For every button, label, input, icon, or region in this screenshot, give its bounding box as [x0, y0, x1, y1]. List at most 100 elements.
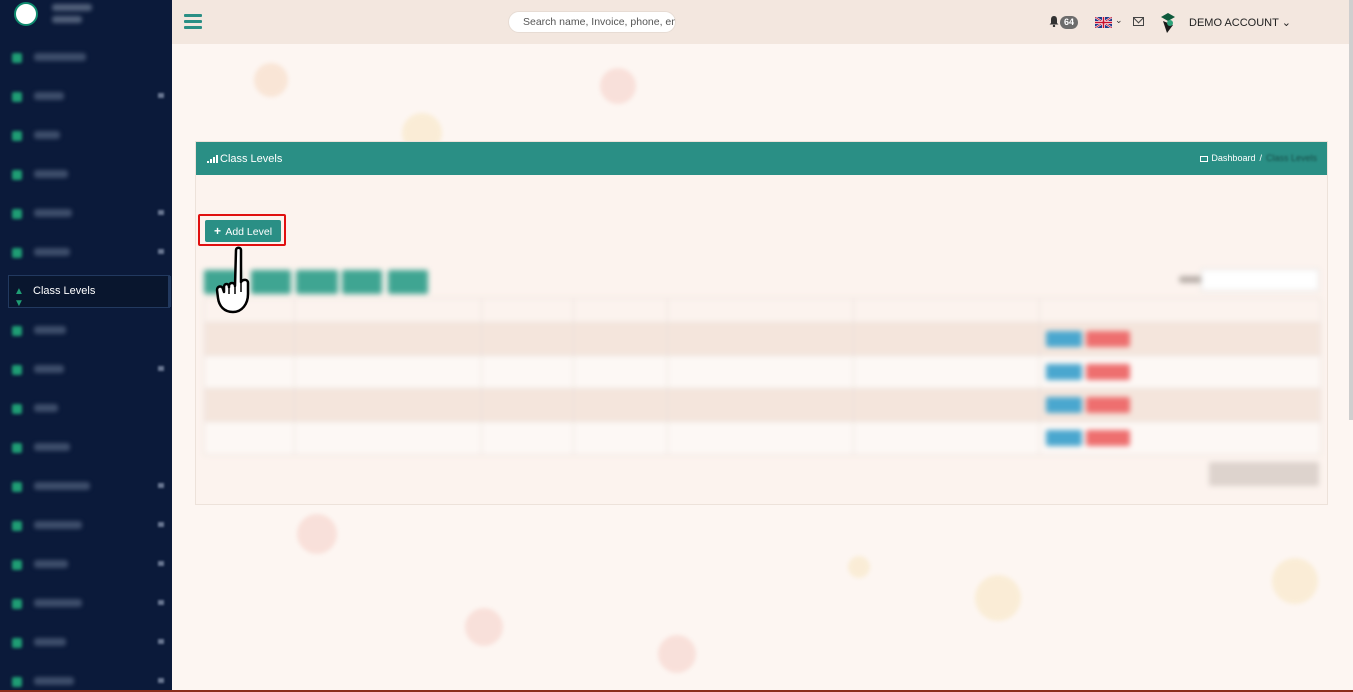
pointing-hand-icon: [215, 246, 250, 314]
class-levels-table: [204, 298, 1321, 455]
chevron-down-icon: [158, 600, 164, 605]
edit-button[interactable]: [1046, 397, 1082, 413]
search-input[interactable]: [523, 12, 675, 32]
uk-flag-icon[interactable]: [1095, 17, 1112, 28]
sidebar-item-class-levels[interactable]: ▲ ▼ Class Levels: [8, 275, 171, 309]
delete-button[interactable]: [1086, 430, 1130, 446]
table-search-input[interactable]: [1201, 269, 1319, 291]
sidebar-item-cbt[interactable]: [0, 430, 172, 464]
edit-button[interactable]: [1046, 364, 1082, 380]
search-field[interactable]: [508, 11, 676, 33]
attendance-icon: [12, 482, 22, 492]
panel-header: Class Levels Dashboard / Class Levels: [196, 142, 1327, 175]
cbt-icon: [12, 443, 22, 453]
chevron-down-icon: [158, 366, 164, 371]
sidebar-item-mark[interactable]: [0, 391, 172, 425]
signal-bars-icon: [207, 155, 218, 163]
page-title: Class Levels: [220, 153, 283, 165]
column-header[interactable]: [294, 298, 482, 323]
highlight-box: + Add Level: [198, 214, 286, 246]
active-indicator: [168, 276, 171, 307]
more-icon: [12, 677, 22, 687]
hostel-icon: [12, 638, 22, 648]
sidebar-item-users[interactable]: [0, 79, 172, 113]
export-button[interactable]: [388, 270, 428, 294]
sidebar-item-terms[interactable]: [0, 313, 172, 347]
mail-icon[interactable]: [1133, 17, 1144, 26]
sidebar: ▲ ▼ Class Levels: [0, 0, 172, 692]
sidebar-item-label: Class Levels: [33, 285, 96, 297]
chevron-down-icon: [158, 639, 164, 644]
sidebar-item-library[interactable]: [0, 547, 172, 581]
sort-icon: ▲ ▼: [14, 286, 24, 309]
table-row: [204, 355, 1321, 389]
transport-icon: [12, 599, 22, 609]
laptop-icon: [1200, 156, 1209, 162]
class-levels-table-area: [196, 262, 1327, 502]
edit-button[interactable]: [1046, 331, 1082, 347]
sidebar-welcome: [52, 4, 112, 28]
users-icon: [12, 92, 22, 102]
sidebar-item-accounts[interactable]: [0, 508, 172, 542]
table-row: [204, 388, 1321, 422]
sidebar-item-subject[interactable]: [0, 196, 172, 230]
table-row: [204, 322, 1321, 356]
class-icon: [12, 131, 22, 141]
export-button[interactable]: [296, 270, 338, 294]
chevron-down-icon: [158, 483, 164, 488]
sidebar-item-exam[interactable]: [0, 352, 172, 386]
add-level-label: Add Level: [225, 226, 273, 238]
edit-button[interactable]: [1046, 430, 1082, 446]
exam-icon: [12, 365, 22, 375]
chevron-down-icon: [158, 93, 164, 98]
column-header[interactable]: [853, 298, 1040, 323]
chevron-down-icon: ⌄: [1281, 17, 1291, 29]
sidebar-item-class[interactable]: [0, 118, 172, 152]
sidebar-item-transport[interactable]: [0, 586, 172, 620]
notification-count-badge: 64: [1060, 16, 1079, 29]
export-button[interactable]: [251, 270, 291, 294]
accounts-icon: [12, 521, 22, 531]
sidebar-item-grades[interactable]: [0, 235, 172, 269]
delete-button[interactable]: [1086, 397, 1130, 413]
account-menu[interactable]: DEMO ACCOUNT ⌄: [1189, 16, 1291, 29]
sidebar-item-attendance[interactable]: [0, 469, 172, 503]
delete-button[interactable]: [1086, 331, 1130, 347]
topbar: 64 ⌄ DEMO ACCOUNT ⌄: [172, 0, 1353, 44]
plus-icon: +: [213, 224, 221, 238]
column-header[interactable]: [667, 298, 854, 323]
scrollbar[interactable]: [1349, 0, 1353, 420]
menu-toggle-icon[interactable]: [184, 14, 202, 29]
column-header[interactable]: [481, 298, 574, 323]
chevron-down-icon[interactable]: ⌄: [1115, 15, 1123, 26]
sidebar-item-more[interactable]: [0, 664, 172, 692]
delete-button[interactable]: [1086, 364, 1130, 380]
breadcrumb-dashboard-link[interactable]: Dashboard: [1211, 153, 1255, 163]
sidebar-item-section[interactable]: [0, 157, 172, 191]
chevron-down-icon: [158, 249, 164, 254]
breadcrumb-current: Class Levels: [1265, 153, 1317, 163]
school-logo: [14, 2, 38, 26]
column-header[interactable]: [573, 298, 668, 323]
export-button[interactable]: [342, 270, 382, 294]
terms-icon: [12, 326, 22, 336]
table-header-row: [204, 298, 1321, 323]
breadcrumb-separator: /: [1259, 153, 1262, 163]
add-level-button[interactable]: + Add Level: [205, 220, 281, 242]
sidebar-item-dashboard[interactable]: [0, 40, 172, 74]
home-icon: [12, 53, 22, 63]
mark-icon: [12, 404, 22, 414]
bell-icon[interactable]: [1048, 15, 1060, 27]
chevron-down-icon: [158, 522, 164, 527]
library-icon: [12, 560, 22, 570]
subject-icon: [12, 209, 22, 219]
breadcrumb: Dashboard / Class Levels: [1200, 153, 1317, 163]
pagination[interactable]: [1209, 462, 1319, 486]
chevron-down-icon: [158, 678, 164, 683]
grades-icon: [12, 248, 22, 258]
chevron-down-icon: [158, 561, 164, 566]
column-header[interactable]: [1039, 298, 1321, 323]
account-avatar[interactable]: [1159, 12, 1177, 34]
table-row: [204, 421, 1321, 455]
sidebar-item-hostel[interactable]: [0, 625, 172, 659]
